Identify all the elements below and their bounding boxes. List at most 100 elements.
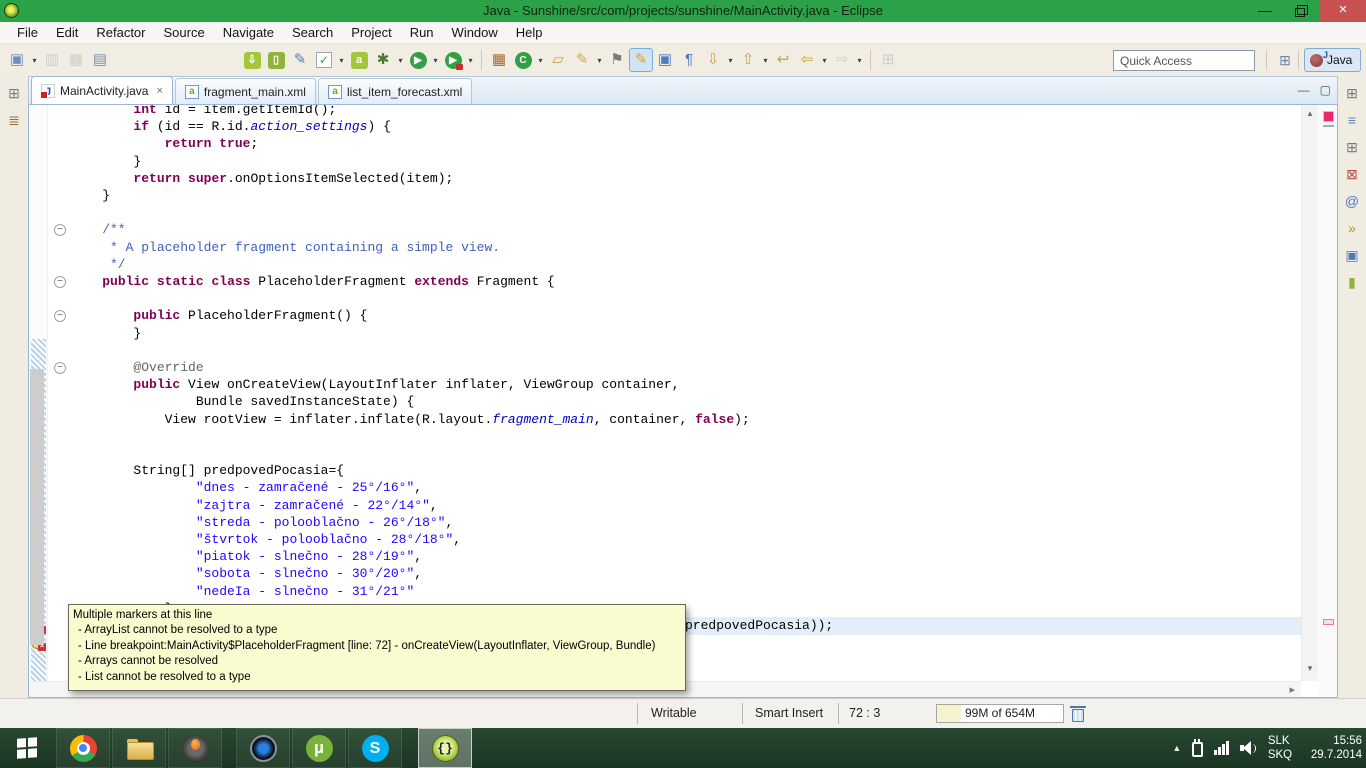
dropdown-arrow-icon[interactable]: ▾ xyxy=(465,56,476,65)
network-signal-icon[interactable] xyxy=(1214,741,1229,755)
code-line[interactable]: View rootView = inflater.inflate(R.layou… xyxy=(71,411,750,428)
scroll-right-icon[interactable]: ▸ xyxy=(1289,683,1295,696)
dropdown-arrow-icon[interactable]: ▾ xyxy=(760,56,771,65)
back-button[interactable]: ⇦ xyxy=(795,48,819,72)
restore-view-button[interactable]: ⊞ xyxy=(4,83,24,103)
code-line[interactable]: Bundle savedInstanceState) { xyxy=(71,393,414,410)
javadoc-view-icon[interactable]: @ xyxy=(1342,191,1362,211)
show-source-button[interactable]: ▣ xyxy=(653,48,677,72)
open-task-button[interactable]: ⚑ xyxy=(605,48,629,72)
code-line[interactable]: } xyxy=(71,153,141,170)
restore-view-button[interactable]: ⊞ xyxy=(1342,83,1362,103)
code-line[interactable]: "sobota - slnečno - 30°/20°", xyxy=(71,565,422,582)
dropdown-arrow-icon[interactable]: ▾ xyxy=(336,56,347,65)
overview-ruler[interactable] xyxy=(1319,105,1338,698)
problems-view-icon[interactable]: ⊠ xyxy=(1342,164,1362,184)
new-class-button[interactable]: C xyxy=(511,48,535,72)
hidden-icons-button[interactable]: ▲ xyxy=(1172,743,1181,753)
garbage-collect-button[interactable] xyxy=(1072,709,1084,722)
maximize-button[interactable] xyxy=(1284,0,1316,22)
run-tests-button[interactable]: ✓ xyxy=(312,48,336,72)
taskbar-utorrent-button[interactable]: µ xyxy=(292,728,346,768)
code-line[interactable]: return super.onOptionsItemSelected(item)… xyxy=(71,170,453,187)
code-line[interactable]: if (id == R.id.action_settings) { xyxy=(71,118,391,135)
code-line[interactable]: "nedeIa - slnečno - 31°/21°" xyxy=(71,583,414,600)
minimize-editor-button[interactable]: — xyxy=(1298,83,1310,97)
menu-run[interactable]: Run xyxy=(401,23,443,42)
code-line[interactable]: "streda - polooblačno - 26°/18°", xyxy=(71,514,453,531)
code-line[interactable]: "piatok - slnečno - 28°/19°", xyxy=(71,548,422,565)
java-perspective-button[interactable]: Java xyxy=(1304,48,1361,72)
clock[interactable]: 15:56 29.7.2014 xyxy=(1311,734,1362,762)
menu-window[interactable]: Window xyxy=(443,23,507,42)
code-line[interactable]: */ xyxy=(71,256,126,273)
menu-refactor[interactable]: Refactor xyxy=(87,23,154,42)
code-line[interactable]: public View onCreateView(LayoutInflater … xyxy=(71,376,680,393)
taskbar-media-button[interactable] xyxy=(236,728,290,768)
new-java-project-button[interactable]: ▦ xyxy=(487,48,511,72)
lint-button[interactable]: ✎ xyxy=(288,48,312,72)
fold-collapse-icon[interactable]: − xyxy=(54,310,66,322)
code-line[interactable]: } xyxy=(71,325,141,342)
taskbar-eclipse-button[interactable]: {} xyxy=(418,728,472,768)
taskbar-flstudio-button[interactable] xyxy=(168,728,222,768)
dropdown-arrow-icon[interactable]: ▾ xyxy=(725,56,736,65)
menu-source[interactable]: Source xyxy=(155,23,214,42)
scroll-up-icon[interactable]: ▴ xyxy=(1302,108,1318,119)
dropdown-arrow-icon[interactable]: ▾ xyxy=(430,56,441,65)
taskbar-explorer-button[interactable] xyxy=(112,728,166,768)
run-button[interactable]: ▶ xyxy=(406,48,430,72)
taskbar-chrome-button[interactable] xyxy=(56,728,110,768)
dropdown-arrow-icon[interactable]: ▾ xyxy=(535,56,546,65)
code-line[interactable]: "štvrtok - polooblačno - 28°/18°", xyxy=(71,531,461,548)
code-line[interactable]: } xyxy=(71,187,110,204)
code-line[interactable]: String[] predpovedPocasia={ xyxy=(71,462,344,479)
mark-occurrences-button[interactable]: ✎ xyxy=(629,48,653,72)
tab-mainactivity-java[interactable]: JMainActivity.java× xyxy=(31,76,173,104)
declaration-view-icon[interactable]: » xyxy=(1342,218,1362,238)
fold-collapse-icon[interactable]: − xyxy=(54,224,66,236)
console-view-icon[interactable]: ▣ xyxy=(1342,245,1362,265)
minimize-button[interactable]: — xyxy=(1250,0,1280,22)
volume-icon[interactable] xyxy=(1240,741,1257,756)
package-explorer-icon[interactable]: ≣ xyxy=(4,110,24,130)
fold-collapse-icon[interactable]: − xyxy=(54,276,66,288)
maximize-editor-button[interactable]: ▢ xyxy=(1320,83,1331,97)
last-edit-location-button[interactable]: ↩ xyxy=(771,48,795,72)
new-android-app-button[interactable]: a xyxy=(347,48,371,72)
fold-collapse-icon[interactable]: − xyxy=(54,362,66,374)
search-button[interactable]: ✎ xyxy=(570,48,594,72)
folding-ruler[interactable]: − − − − xyxy=(49,105,71,681)
code-line[interactable]: @Override xyxy=(71,359,204,376)
avd-manager-button[interactable]: ▯ xyxy=(264,48,288,72)
previous-annotation-button[interactable]: ⇧ xyxy=(736,48,760,72)
menu-navigate[interactable]: Navigate xyxy=(214,23,283,42)
close-button[interactable]: × xyxy=(1320,0,1366,22)
menu-help[interactable]: Help xyxy=(507,23,552,42)
external-tools-button[interactable]: ▶ xyxy=(441,48,465,72)
start-button[interactable] xyxy=(0,728,54,768)
code-line[interactable]: * A placeholder fragment containing a si… xyxy=(71,239,500,256)
taskbar-skype-button[interactable]: S xyxy=(348,728,402,768)
vertical-scrollbar[interactable]: ▴ ▾ xyxy=(1301,105,1318,681)
outline-view-icon[interactable]: ≡ xyxy=(1342,110,1362,130)
logcat-view-icon[interactable]: ▮ xyxy=(1342,272,1362,292)
print-button[interactable]: ▤ xyxy=(88,48,112,72)
code-line[interactable]: public PlaceholderFragment() { xyxy=(71,307,367,324)
menu-project[interactable]: Project xyxy=(342,23,400,42)
next-annotation-button[interactable]: ⇩ xyxy=(701,48,725,72)
tab-list_item_forecast-xml[interactable]: alist_item_forecast.xml xyxy=(318,78,472,104)
code-line[interactable]: /** xyxy=(71,221,126,238)
code-line[interactable]: public static class PlaceholderFragment … xyxy=(71,273,555,290)
show-whitespace-button[interactable]: ¶ xyxy=(677,48,701,72)
current-line-overview-marker[interactable] xyxy=(1323,619,1334,625)
vertical-scrollbar-thumb[interactable] xyxy=(30,369,44,645)
restore-view-button[interactable]: ⊞ xyxy=(1342,137,1362,157)
code-line[interactable]: "zajtra - zamračené - 22°/14°", xyxy=(71,497,438,514)
dropdown-arrow-icon[interactable]: ▾ xyxy=(29,56,40,65)
android-sdk-manager-button[interactable]: ⇩ xyxy=(240,48,264,72)
close-tab-icon[interactable]: × xyxy=(156,85,162,97)
new-wizard-button[interactable]: ▣ xyxy=(5,48,29,72)
dropdown-arrow-icon[interactable]: ▾ xyxy=(854,56,865,65)
code-line[interactable]: "dnes - zamračené - 25°/16°", xyxy=(71,479,422,496)
